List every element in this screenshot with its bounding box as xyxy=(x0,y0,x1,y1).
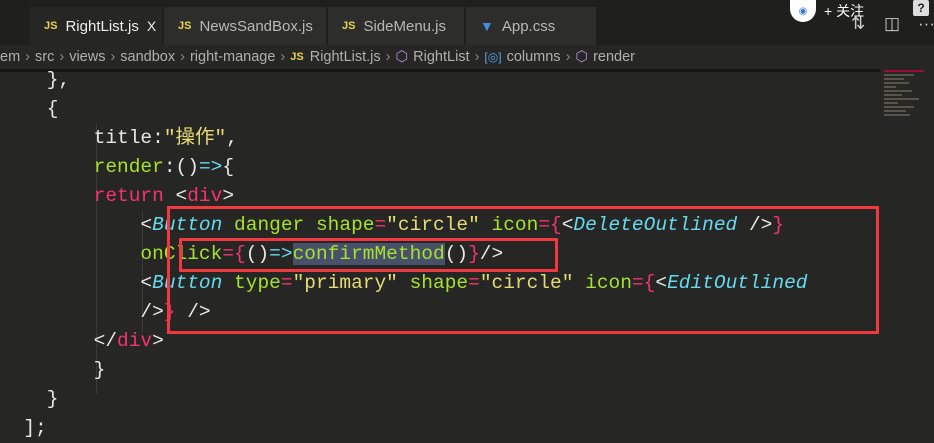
tab-sidemenu[interactable]: JS SideMenu.js xyxy=(328,7,464,45)
code-token: () xyxy=(175,156,199,178)
code-token: return xyxy=(0,185,164,207)
close-icon[interactable]: X xyxy=(147,18,156,34)
chevron-right-icon: › xyxy=(59,49,65,65)
code-token: > xyxy=(222,185,235,207)
avatar: ◉ xyxy=(790,0,816,22)
code-token: }, xyxy=(0,69,71,91)
breadcrumb-item[interactable]: views xyxy=(69,49,105,65)
variable-icon: [◎] xyxy=(484,50,502,64)
chevron-right-icon: › xyxy=(180,49,185,65)
code-token: : xyxy=(152,127,164,149)
code-token: div xyxy=(187,185,223,207)
code-token: } xyxy=(0,359,106,381)
tab-rightlist[interactable]: JS RightList.js X xyxy=(30,7,162,45)
js-icon: JS xyxy=(178,20,192,32)
code-line: } xyxy=(0,385,808,414)
js-icon: JS xyxy=(342,20,356,32)
code-token: : xyxy=(163,156,176,178)
breadcrumb-item[interactable]: RightList.js xyxy=(310,49,381,65)
breadcrumb-item[interactable]: RightList xyxy=(413,49,469,65)
breadcrumb-item[interactable]: render xyxy=(593,49,635,65)
code-line: render:()=>{ xyxy=(0,153,808,182)
chevron-right-icon: › xyxy=(280,49,286,65)
code-line: title:"操作", xyxy=(0,124,808,153)
tab-app-css[interactable]: ▼ App.css xyxy=(466,7,596,45)
method-icon: ⬡ xyxy=(395,49,409,65)
chevron-right-icon: › xyxy=(385,49,391,65)
breadcrumb-item[interactable]: columns xyxy=(507,49,561,65)
code-token: </ xyxy=(0,330,118,352)
code-line: } xyxy=(0,356,808,385)
chevron-right-icon: › xyxy=(110,49,116,65)
more-actions-icon[interactable]: ··· xyxy=(918,14,934,34)
code-token: "操作" xyxy=(163,127,227,149)
code-line: { xyxy=(0,95,808,124)
code-token: < xyxy=(0,214,153,236)
breadcrumb-item[interactable]: sandbox xyxy=(120,49,175,65)
code-token: , xyxy=(226,127,238,149)
minimap[interactable] xyxy=(884,68,930,178)
code-token: render xyxy=(0,156,164,178)
code-token: > xyxy=(152,330,164,352)
js-icon: JS xyxy=(290,51,304,63)
css-icon: ▼ xyxy=(480,18,494,34)
tab-newssandbox[interactable]: JS NewsSandBox.js xyxy=(164,7,326,45)
breadcrumb-item[interactable]: right-manage xyxy=(190,49,275,65)
help-icon[interactable]: ? xyxy=(913,0,929,16)
chevron-right-icon: › xyxy=(565,49,571,65)
chevron-right-icon: › xyxy=(25,49,30,65)
follow-overlay[interactable]: ◉ + 关注 xyxy=(790,0,864,22)
split-editor-icon[interactable]: ◫ xyxy=(884,14,900,34)
code-token: < xyxy=(0,272,153,294)
code-line: }, xyxy=(0,66,808,95)
code-token: => xyxy=(198,156,223,178)
code-token: ]; xyxy=(0,417,47,439)
code-token: } xyxy=(0,388,59,410)
code-token: < xyxy=(163,185,188,207)
code-token: /> xyxy=(0,301,164,323)
breadcrumb-item[interactable]: src xyxy=(35,49,54,65)
breadcrumb-item[interactable]: em xyxy=(0,49,20,65)
js-icon: JS xyxy=(44,20,58,32)
code-token: div xyxy=(117,330,153,352)
code-token: { xyxy=(0,98,59,120)
method-icon: ⬡ xyxy=(575,49,589,65)
highlight-box-inner xyxy=(179,238,558,272)
code-token: { xyxy=(222,156,235,178)
chevron-right-icon: › xyxy=(474,49,480,65)
code-line: ]; xyxy=(0,414,808,443)
code-token: title xyxy=(0,127,153,149)
